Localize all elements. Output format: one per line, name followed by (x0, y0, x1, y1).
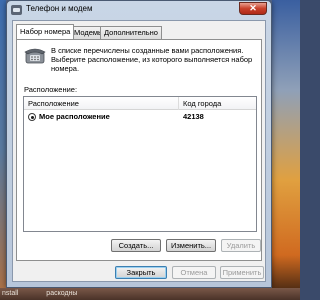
phone-and-modem-dialog: Телефон и модем ✕ Набор номера Модемы До… (6, 0, 272, 288)
column-header-area-code[interactable]: Код города (179, 97, 256, 110)
location-area-code: 42138 (183, 112, 204, 121)
cancel-button[interactable]: Отмена (172, 266, 216, 279)
window-title: Телефон и модем (26, 4, 93, 13)
locations-list[interactable]: Расположение Код города Мое расположение… (23, 96, 257, 232)
phone-icon (11, 5, 22, 15)
delete-button[interactable]: Удалить (221, 239, 261, 252)
desktop-wallpaper-right (272, 0, 300, 300)
selected-radio-icon[interactable] (28, 113, 36, 121)
taskbar: nstall раскодны (0, 288, 300, 300)
title-bar[interactable]: Телефон и модем ✕ (7, 1, 271, 19)
edit-button[interactable]: Изменить... (166, 239, 216, 252)
dialog-body: Набор номера Модемы Дополнительно В спис… (12, 20, 266, 282)
telephone-icon (24, 48, 46, 64)
tab-dialing-rules[interactable]: Набор номера (16, 24, 75, 39)
list-header: Расположение Код города (24, 97, 256, 110)
instructions-text: В списке перечислены созданные вами расп… (51, 46, 253, 73)
location-name: Мое расположение (39, 112, 110, 121)
column-header-location[interactable]: Расположение (24, 97, 179, 110)
dialing-rules-panel: В списке перечислены созданные вами расп… (16, 39, 262, 261)
close-dialog-button[interactable]: Закрыть (115, 266, 167, 279)
tab-advanced[interactable]: Дополнительно (100, 26, 162, 39)
taskbar-item[interactable]: раскодны (46, 290, 77, 297)
apply-button[interactable]: Применить (220, 266, 264, 279)
close-button[interactable]: ✕ (239, 2, 267, 15)
locations-label: Расположение: (24, 85, 78, 94)
create-button[interactable]: Создать... (111, 239, 161, 252)
taskbar-item[interactable]: nstall (2, 290, 18, 297)
list-item[interactable]: Мое расположение 42138 (24, 111, 256, 123)
